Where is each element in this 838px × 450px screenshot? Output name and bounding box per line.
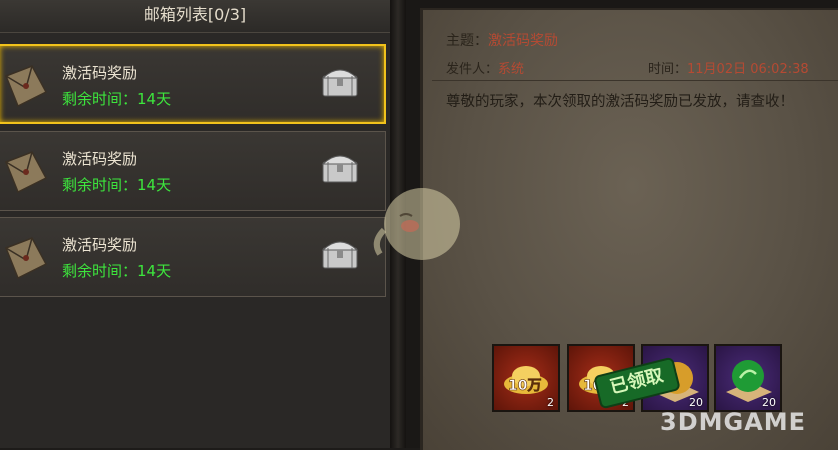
envelope-icon bbox=[5, 151, 48, 194]
mail-body: 尊敬的玩家，本次领取的激活码奖励已发放，请查收！ bbox=[446, 94, 794, 110]
mailbox-title: 邮箱列表[0/3] bbox=[0, 0, 390, 33]
header-divider bbox=[432, 80, 838, 81]
subject-row: 主题：激活码奖励 bbox=[446, 30, 558, 50]
sender-value: 系统 bbox=[498, 62, 525, 77]
subject-label: 主题： bbox=[446, 33, 488, 49]
watermark: 3DMGAME bbox=[660, 408, 807, 436]
mail-title: 激活码奖励 bbox=[62, 236, 138, 254]
mail-time-left: 剩余时间：14天 bbox=[62, 90, 172, 108]
reward-slot[interactable]: 20 bbox=[714, 344, 782, 412]
mail-title: 激活码奖励 bbox=[62, 64, 138, 82]
mascot-icon bbox=[373, 188, 460, 260]
time-label: 时间： bbox=[648, 62, 688, 77]
time-clock: 06:02:38 bbox=[750, 62, 809, 77]
subject-value: 激活码奖励 bbox=[488, 33, 558, 49]
chest-icon bbox=[321, 241, 359, 269]
reward-count: 2 bbox=[547, 396, 554, 409]
reward-label: 10万 bbox=[508, 378, 541, 394]
mailbox-panel: 邮箱列表[0/3] 激活码奖励 剩余时间：14天 激活码奖励 剩余时间：14天 bbox=[0, 0, 400, 448]
reward-slot[interactable]: 10万 2 bbox=[492, 344, 560, 412]
time-row: 时间：11月02日 06:02:38 bbox=[648, 58, 809, 77]
sender-row: 发件人：系统 bbox=[446, 58, 524, 77]
mail-item[interactable]: 激活码奖励 剩余时间：14天 bbox=[0, 217, 386, 297]
time-date: 11月02日 bbox=[687, 62, 747, 77]
chest-icon bbox=[321, 155, 359, 183]
chest-icon bbox=[321, 69, 359, 97]
envelope-icon bbox=[5, 237, 48, 280]
mail-item[interactable]: 激活码奖励 剩余时间：14天 bbox=[0, 44, 386, 124]
mail-time-left: 剩余时间：14天 bbox=[62, 262, 172, 280]
envelope-icon bbox=[5, 65, 48, 108]
sender-label: 发件人： bbox=[446, 62, 499, 77]
mail-item[interactable]: 激活码奖励 剩余时间：14天 bbox=[0, 131, 386, 211]
mail-title: 激活码奖励 bbox=[62, 150, 138, 168]
mail-time-left: 剩余时间：14天 bbox=[62, 176, 172, 194]
